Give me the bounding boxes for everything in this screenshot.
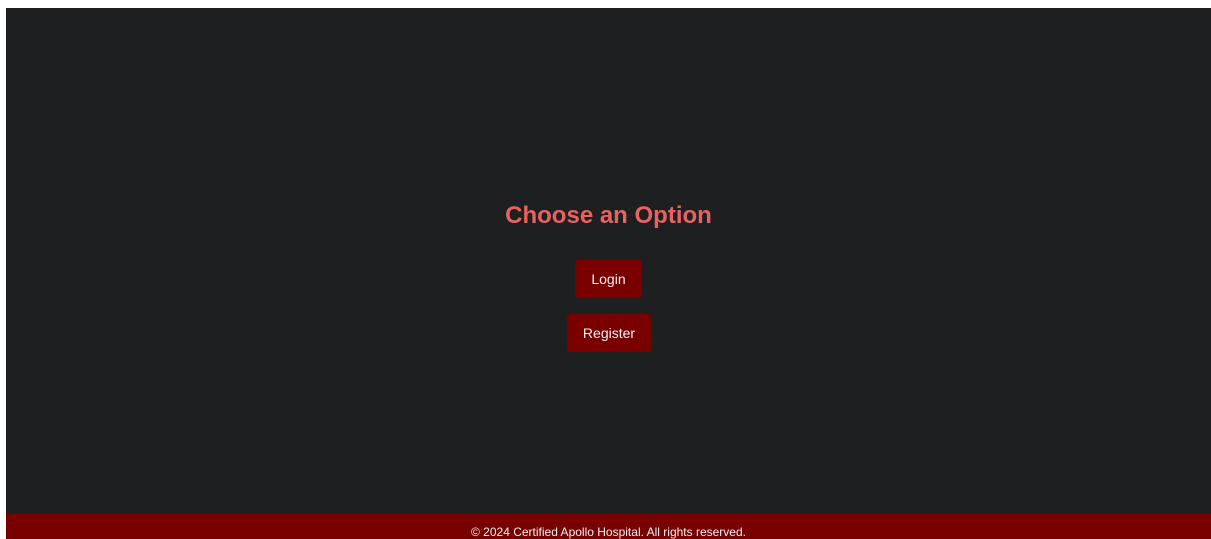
- page-title: Choose an Option: [505, 202, 712, 229]
- app-window: Choose an Option Login Register © 2024 C…: [6, 8, 1211, 539]
- main-content: Choose an Option Login Register: [6, 8, 1211, 514]
- footer: © 2024 Certified Apollo Hospital. All ri…: [6, 514, 1211, 539]
- register-button[interactable]: Register: [567, 314, 651, 352]
- footer-copyright: © 2024 Certified Apollo Hospital. All ri…: [471, 525, 746, 539]
- login-button[interactable]: Login: [575, 260, 642, 298]
